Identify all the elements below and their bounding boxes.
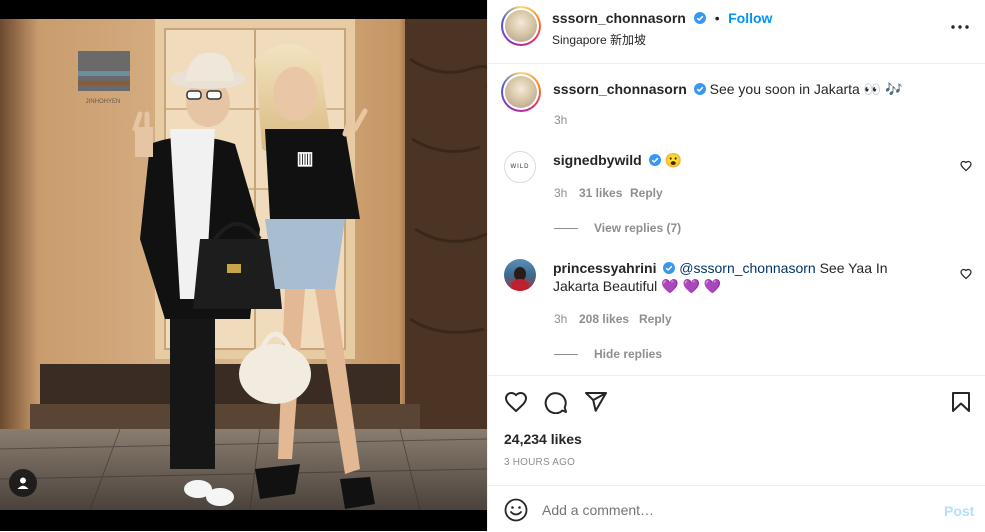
verified-badge-icon [694, 12, 707, 24]
comment-time[interactable]: 3h [554, 312, 567, 326]
comment-avatar[interactable] [504, 259, 536, 291]
comment-icon[interactable] [544, 390, 568, 414]
post-photo[interactable]: JINHOHYEN ▥ [0, 19, 487, 510]
like-comment-icon[interactable] [960, 268, 972, 280]
post-header: sssorn_chonnasorn • Follow Singapore 新加坡 [488, 0, 985, 64]
emoji-icon[interactable] [504, 498, 528, 522]
post-location[interactable]: Singapore 新加坡 [552, 31, 646, 48]
caption-avatar[interactable] [501, 72, 541, 112]
post-timestamp[interactable]: 3 HOURS AGO [504, 457, 575, 468]
caption-time[interactable]: 3h [554, 113, 567, 127]
author-avatar[interactable] [501, 6, 541, 46]
likes-count[interactable]: 24,234 likes [504, 431, 582, 447]
replies-divider [554, 228, 578, 230]
comment-likes[interactable]: 31 likes [579, 186, 622, 200]
photo-letterbox-top [0, 0, 487, 19]
post-photo-pane: JINHOHYEN ▥ [0, 0, 487, 531]
reply-button[interactable]: Reply [639, 312, 672, 326]
post-details-panel: sssorn_chonnasorn • Follow Singapore 新加坡… [487, 0, 985, 531]
hide-replies-label: Hide replies [594, 347, 663, 361]
verified-badge-icon [663, 262, 676, 274]
avatar-text: WILD [510, 164, 530, 170]
verified-badge-icon [648, 154, 661, 166]
save-bookmark-icon[interactable] [949, 390, 973, 414]
view-replies-label: View replies (7) [594, 221, 682, 235]
comment-mention[interactable]: @sssorn_chonnasorn [679, 260, 815, 276]
comment-text: 😮 [664, 152, 682, 168]
more-horizontal-icon [951, 25, 969, 29]
post-actions: 24,234 likes 3 HOURS AGO [488, 375, 985, 468]
view-replies-button[interactable]: View replies (7) [554, 221, 681, 235]
comment-username[interactable]: signedbywild [553, 152, 642, 168]
replies-divider [554, 354, 578, 356]
author-username[interactable]: sssorn_chonnasorn [552, 10, 686, 26]
user-icon [17, 477, 29, 489]
comment-time[interactable]: 3h [554, 186, 567, 200]
photo-letterbox-bottom [0, 510, 487, 531]
follow-button[interactable]: Follow [728, 10, 772, 26]
caption-username[interactable]: sssorn_chonnasorn [553, 81, 687, 97]
reply-button[interactable]: Reply [630, 186, 663, 200]
like-comment-icon[interactable] [960, 160, 972, 172]
post-photo-illustration: JINHOHYEN ▥ [0, 19, 487, 510]
add-comment-bar: Post [488, 485, 985, 532]
like-icon[interactable] [504, 390, 528, 414]
more-options-button[interactable] [948, 17, 972, 37]
tagged-users-button[interactable] [9, 469, 37, 497]
verified-badge-icon [693, 83, 706, 95]
comment-input[interactable] [542, 499, 922, 521]
svg-text:▥: ▥ [296, 148, 313, 168]
hide-replies-button[interactable]: Hide replies [554, 347, 662, 361]
caption-text: See you soon in Jakarta 👀 🎶 [709, 81, 903, 97]
comment-likes[interactable]: 208 likes [579, 312, 629, 326]
comment-username[interactable]: princessyahrini [553, 260, 657, 276]
share-icon[interactable] [584, 390, 608, 414]
post-comment-button[interactable]: Post [944, 503, 974, 519]
svg-text:JINHOHYEN: JINHOHYEN [86, 99, 121, 105]
comment-avatar[interactable]: WILD [504, 151, 536, 183]
